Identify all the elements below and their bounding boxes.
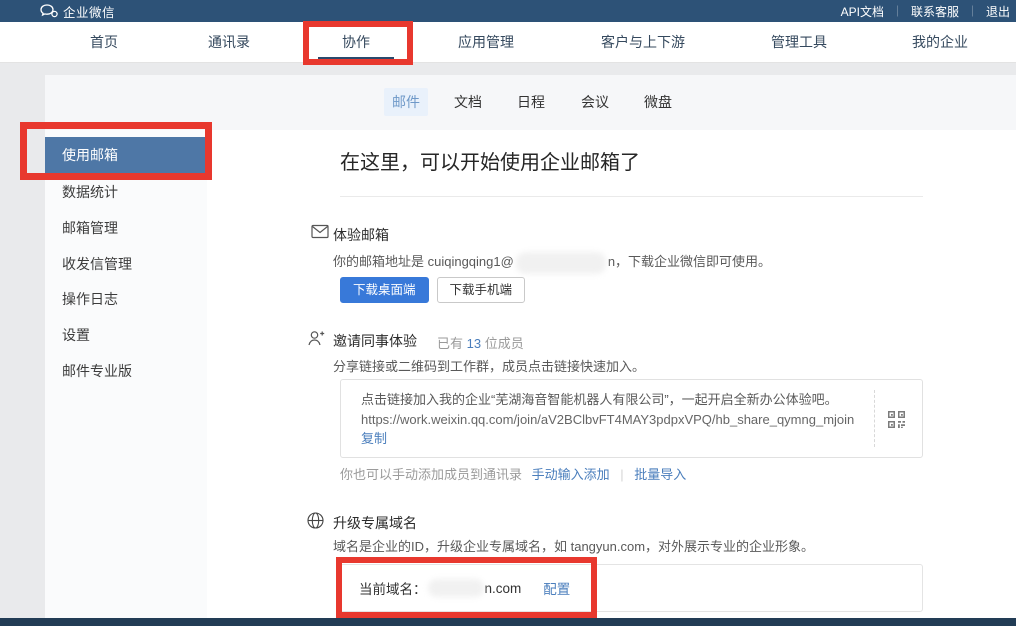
- tab-meeting[interactable]: 会议: [581, 88, 609, 116]
- mailbox-address-prefix: 你的邮箱地址是 cuiqingqing1@: [333, 254, 514, 269]
- batch-import-link[interactable]: 批量导入: [634, 467, 686, 482]
- tab-schedule[interactable]: 日程: [517, 88, 545, 116]
- person-add-icon: [307, 329, 327, 349]
- nav-item-customers[interactable]: 客户与上下游: [601, 22, 685, 63]
- manual-input-add-link[interactable]: 手动输入添加: [532, 467, 610, 482]
- nav-item-admin-tools[interactable]: 管理工具: [771, 22, 827, 63]
- wecom-logo: 企业微信: [40, 2, 115, 21]
- topbar-separator: ｜: [892, 3, 903, 19]
- nav-item-contacts[interactable]: 通讯录: [208, 22, 250, 63]
- mailbox-address-suffix: n，下载企业微信即可使用。: [608, 254, 771, 269]
- sidebar-item-statistics[interactable]: 数据统计: [45, 174, 207, 210]
- envelope-icon: [311, 224, 331, 244]
- domain-heading: 升级专属域名: [333, 513, 417, 533]
- manual-add-hint: 你也可以手动添加成员到通讯录: [340, 467, 522, 482]
- tab-drive[interactable]: 微盘: [644, 88, 672, 116]
- redacted-domain-blur: [428, 579, 484, 597]
- qr-divider: [874, 390, 875, 447]
- tab-docs[interactable]: 文档: [454, 88, 482, 116]
- configure-domain-link[interactable]: 配置: [543, 578, 570, 598]
- share-invite-url: https://work.weixin.qq.com/join/aV2BClbv…: [361, 410, 862, 430]
- collab-tabs-band: 邮件 文档 日程 会议 微盘: [45, 75, 1016, 130]
- main-navbar: 首页 通讯录 协作 应用管理 客户与上下游 管理工具 我的企业: [0, 22, 1016, 63]
- manual-links-separator: |: [620, 467, 623, 482]
- member-count-badge: 已有 13 位成员: [437, 333, 524, 352]
- member-count-number: 13: [467, 336, 481, 351]
- page-title: 在这里，可以开始使用企业邮箱了: [340, 146, 640, 175]
- top-right-links: API文档 ｜ 联系客服 ｜ 退出: [841, 3, 1010, 20]
- api-docs-link[interactable]: API文档: [841, 3, 884, 20]
- contact-support-link[interactable]: 联系客服: [911, 3, 959, 20]
- manual-add-row: 你也可以手动添加成员到通讯录 手动输入添加 | 批量导入: [340, 464, 686, 483]
- nav-item-home[interactable]: 首页: [90, 22, 118, 63]
- mail-sidebar: 使用邮箱 数据统计 邮箱管理 收发信管理 操作日志 设置 邮件专业版: [45, 130, 207, 618]
- page-background: 邮件 文档 日程 会议 微盘 使用邮箱 数据统计 邮箱管理 收发信管理 操作日志…: [0, 63, 1016, 618]
- download-buttons-row: 下载桌面端 下载手机端: [340, 277, 525, 303]
- current-domain-box: 当前域名： n.com 配置: [340, 564, 923, 612]
- copy-link[interactable]: 复制: [361, 431, 387, 446]
- title-divider: [340, 196, 923, 197]
- sidebar-item-send-receive[interactable]: 收发信管理: [45, 246, 207, 282]
- download-mobile-button[interactable]: 下载手机端: [437, 277, 526, 303]
- member-count-suffix: 位成员: [481, 336, 524, 351]
- current-domain-label: 当前域名：: [359, 578, 427, 598]
- brand-title: 企业微信: [63, 2, 115, 21]
- share-link-content: 点击链接加入我的企业“芜湖海音智能机器人有限公司”，一起开启全新办公体验吧。 h…: [341, 380, 922, 449]
- sidebar-item-use-mailbox[interactable]: 使用邮箱: [45, 137, 207, 173]
- globe-icon: [306, 511, 326, 531]
- sidebar-item-mail-pro[interactable]: 邮件专业版: [45, 353, 207, 389]
- download-desktop-button[interactable]: 下载桌面端: [340, 277, 429, 303]
- mailbox-address-line: 你的邮箱地址是 cuiqingqing1@ n，下载企业微信即可使用。: [333, 251, 771, 274]
- nav-item-my-company[interactable]: 我的企业: [912, 22, 968, 63]
- nav-item-apps[interactable]: 应用管理: [458, 22, 514, 63]
- trial-mailbox-heading: 体验邮箱: [333, 225, 389, 245]
- tab-mail[interactable]: 邮件: [384, 88, 428, 116]
- sidebar-item-mailbox-mgmt[interactable]: 邮箱管理: [45, 210, 207, 246]
- qr-code-icon[interactable]: [888, 411, 905, 428]
- current-domain-suffix: n.com: [485, 581, 522, 596]
- domain-description: 域名是企业的ID，升级企业专属域名，如 tangyun.com，对外展示专业的企…: [333, 536, 814, 555]
- share-invite-text: 点击链接加入我的企业“芜湖海音智能机器人有限公司”，一起开启全新办公体验吧。: [361, 390, 862, 410]
- topbar-separator: ｜: [967, 3, 978, 19]
- redacted-email-blur: [516, 252, 606, 274]
- share-link-box: 点击链接加入我的企业“芜湖海音智能机器人有限公司”，一起开启全新办公体验吧。 h…: [340, 379, 923, 458]
- member-count-prefix: 已有: [437, 336, 467, 351]
- chat-bubble-icon: [40, 4, 58, 18]
- invite-heading: 邀请同事体验: [333, 331, 417, 351]
- top-app-bar: 企业微信 API文档 ｜ 联系客服 ｜ 退出: [0, 0, 1016, 22]
- bottom-dark-strip: [0, 618, 1016, 626]
- invite-description: 分享链接或二维码到工作群，成员点击链接快速加入。: [333, 356, 645, 375]
- sidebar-item-settings[interactable]: 设置: [45, 317, 207, 353]
- logout-link[interactable]: 退出: [986, 3, 1010, 20]
- sidebar-item-operation-log[interactable]: 操作日志: [45, 281, 207, 317]
- active-nav-underline: [318, 57, 394, 62]
- main-content: 在这里，可以开始使用企业邮箱了 体验邮箱 你的邮箱地址是 cuiqingqing…: [207, 130, 1016, 618]
